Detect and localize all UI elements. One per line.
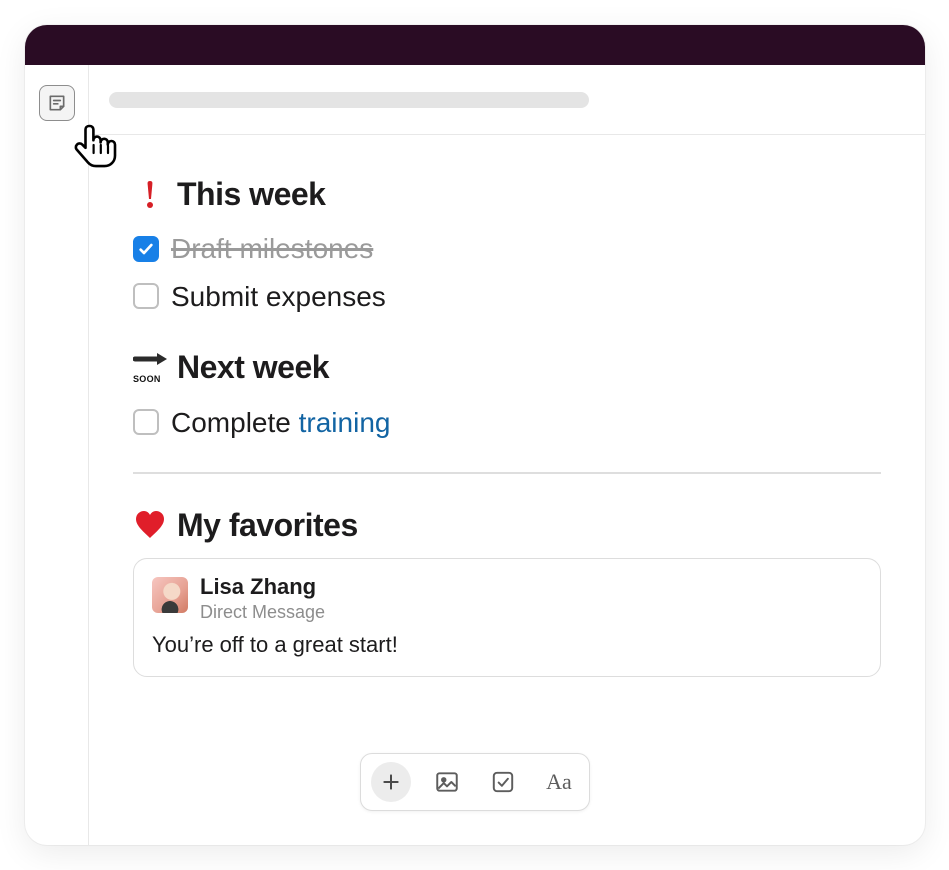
card-subtitle: Direct Message (200, 601, 325, 624)
heading-next-week-text: Next week (177, 348, 329, 386)
card-body: You’re off to a great start! (152, 632, 862, 658)
plus-icon (381, 772, 401, 792)
left-rail (25, 65, 89, 845)
exclamation-icon (133, 179, 167, 209)
favorite-card[interactable]: Lisa Zhang Direct Message You’re off to … (133, 558, 881, 677)
task-row[interactable]: Complete training (133, 401, 881, 444)
add-button[interactable] (371, 762, 411, 802)
divider (133, 472, 881, 474)
heading-this-week-text: This week (177, 175, 325, 213)
app-window: This week Draft milestones Submit expens… (25, 25, 925, 845)
heading-this-week: This week (133, 175, 881, 213)
main-area: This week Draft milestones Submit expens… (89, 65, 925, 845)
task-label: Complete training (171, 401, 390, 444)
text-style-button[interactable]: Aa (539, 762, 579, 802)
task-row[interactable]: Draft milestones (133, 227, 881, 270)
checkbox-checked[interactable] (133, 236, 159, 262)
title-placeholder (109, 92, 589, 108)
document-content[interactable]: This week Draft milestones Submit expens… (89, 135, 925, 845)
heading-favorites-text: My favorites (177, 506, 358, 544)
training-link[interactable]: training (299, 407, 391, 438)
text-style-label: Aa (546, 769, 572, 795)
checkbox-unchecked[interactable] (133, 283, 159, 309)
window-titlebar (25, 25, 925, 65)
heading-favorites: My favorites (133, 506, 881, 544)
task-label: Submit expenses (171, 275, 386, 318)
header-row (89, 65, 925, 135)
image-button[interactable] (427, 762, 467, 802)
task-label: Draft milestones (171, 227, 373, 270)
heart-icon (133, 510, 167, 540)
note-icon (47, 93, 67, 113)
task-label-prefix: Complete (171, 407, 299, 438)
task-row[interactable]: Submit expenses (133, 275, 881, 318)
card-name: Lisa Zhang (200, 573, 325, 601)
checklist-icon (490, 769, 516, 795)
image-icon (434, 769, 460, 795)
heading-next-week: SOON Next week (133, 348, 881, 386)
composer-toolbar: Aa (360, 753, 590, 811)
canvas-button[interactable] (39, 85, 75, 121)
soon-icon: SOON (133, 352, 167, 382)
checkbox-unchecked[interactable] (133, 409, 159, 435)
checklist-button[interactable] (483, 762, 523, 802)
avatar (152, 577, 188, 613)
